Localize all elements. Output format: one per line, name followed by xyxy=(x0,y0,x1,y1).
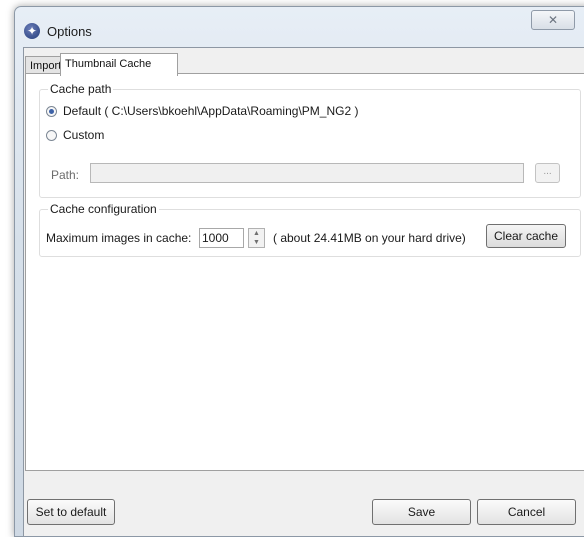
title-bar[interactable]: ✦ Options ✕ xyxy=(15,7,584,47)
tab-thumbnail-cache[interactable]: Thumbnail Cache xyxy=(60,53,178,76)
cancel-button[interactable]: Cancel xyxy=(477,499,576,525)
cache-configuration-group: Cache configuration Maximum images in ca… xyxy=(39,202,581,257)
cache-size-note: ( about 24.41MB on your hard drive) xyxy=(273,231,466,245)
app-icon: ✦ xyxy=(24,23,40,39)
cache-path-legend: Cache path xyxy=(48,82,114,96)
custom-path-label: Custom xyxy=(63,128,105,142)
stepper-down-icon[interactable]: ▼ xyxy=(249,238,264,247)
stepper-up-icon[interactable]: ▲ xyxy=(249,229,264,238)
default-radio[interactable] xyxy=(46,105,57,117)
max-images-label: Maximum images in cache: xyxy=(46,231,192,245)
default-path-option[interactable]: Default ( C:\Users\bkoehl\AppData\Roamin… xyxy=(46,103,358,119)
thumbnail-cache-panel: Cache path Default ( C:\Users\bkoehl\App… xyxy=(25,73,584,471)
set-to-default-button[interactable]: Set to default xyxy=(27,499,115,525)
save-button[interactable]: Save xyxy=(372,499,471,525)
options-window: ✦ Options ✕ Import Thumbnail Cache Cache… xyxy=(14,6,584,537)
max-images-stepper[interactable]: ▲ ▼ xyxy=(248,228,265,248)
close-button[interactable]: ✕ xyxy=(531,10,575,30)
path-label: Path: xyxy=(51,168,80,182)
cache-path-group: Cache path Default ( C:\Users\bkoehl\App… xyxy=(39,82,581,198)
max-images-input[interactable]: 1000 xyxy=(199,228,244,248)
custom-path-option[interactable]: Custom xyxy=(46,127,104,143)
window-title: Options xyxy=(47,24,92,39)
cache-configuration-legend: Cache configuration xyxy=(48,202,159,216)
browse-button[interactable]: ... xyxy=(535,163,560,183)
clear-cache-button[interactable]: Clear cache xyxy=(486,224,566,248)
default-path-label: Default ( C:\Users\bkoehl\AppData\Roamin… xyxy=(63,104,359,118)
dialog-client-area: Import Thumbnail Cache Cache path Defaul… xyxy=(23,47,584,536)
custom-radio[interactable] xyxy=(46,129,57,141)
path-input[interactable] xyxy=(90,163,524,183)
